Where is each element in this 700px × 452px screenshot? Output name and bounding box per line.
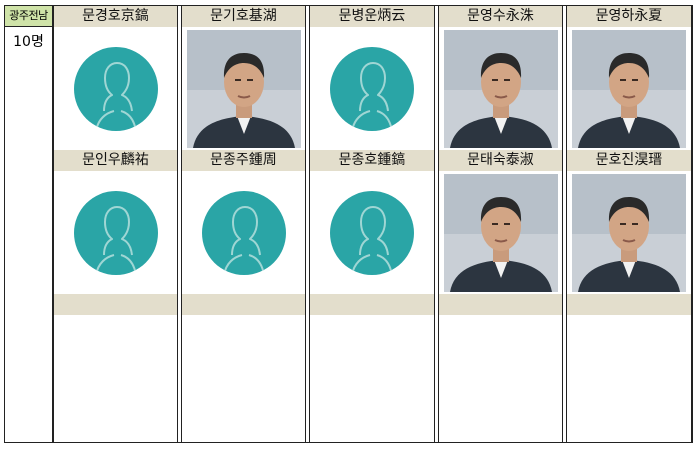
member-name: 문영하永夏 xyxy=(567,6,691,27)
placeholder-avatar-icon xyxy=(330,190,414,275)
member-name: 문종호鍾鎬 xyxy=(310,150,434,171)
region-label: 광주전남 xyxy=(5,6,52,27)
member-column-3: 문병운炳云 문종호鍾鎬 xyxy=(309,6,435,442)
member-photo xyxy=(54,27,177,150)
member-name: 문병운炳云 xyxy=(310,6,434,27)
member-column-1: 문경호京鎬 문인우麟祐 xyxy=(53,6,178,442)
portrait-photo-icon xyxy=(443,173,558,292)
placeholder-avatar-icon xyxy=(73,46,158,131)
member-column-2: 문기호基湖 문종주鍾周 xyxy=(181,6,306,442)
empty-name-cell xyxy=(54,294,177,315)
member-name: 문기호基湖 xyxy=(182,6,305,27)
empty-name-cell xyxy=(310,294,434,315)
portrait-photo-icon xyxy=(572,173,686,292)
region-column: 광주전남 10명 xyxy=(5,6,53,442)
member-photo xyxy=(439,171,562,294)
member-photo xyxy=(567,27,691,150)
portrait-photo-icon xyxy=(186,29,301,148)
member-grid: 광주전남 10명 문경호京鎬 문인우麟祐 문기호基湖 문종주鍾周 문병운炳云 문… xyxy=(4,5,693,443)
member-photo xyxy=(54,171,177,294)
empty-name-cell xyxy=(182,294,305,315)
empty-name-cell xyxy=(439,294,562,315)
member-photo xyxy=(182,171,305,294)
member-name: 문종주鍾周 xyxy=(182,150,305,171)
member-name: 문경호京鎬 xyxy=(54,6,177,27)
member-photo xyxy=(310,171,434,294)
member-column-4: 문영수永洙 문태숙泰淑 xyxy=(438,6,563,442)
member-photo xyxy=(567,171,691,294)
member-name: 문영수永洙 xyxy=(439,6,562,27)
placeholder-avatar-icon xyxy=(73,190,158,275)
member-name: 문태숙泰淑 xyxy=(439,150,562,171)
member-name: 문인우麟祐 xyxy=(54,150,177,171)
member-photo xyxy=(439,27,562,150)
member-photo xyxy=(310,27,434,150)
member-count: 10명 xyxy=(13,34,44,50)
placeholder-avatar-icon xyxy=(201,190,286,275)
portrait-photo-icon xyxy=(572,29,686,148)
placeholder-avatar-icon xyxy=(330,46,414,131)
portrait-photo-icon xyxy=(443,29,558,148)
member-column-5: 문영하永夏 문호진淏瑨 xyxy=(566,6,692,442)
member-photo xyxy=(182,27,305,150)
member-name: 문호진淏瑨 xyxy=(567,150,691,171)
empty-name-cell xyxy=(567,294,691,315)
